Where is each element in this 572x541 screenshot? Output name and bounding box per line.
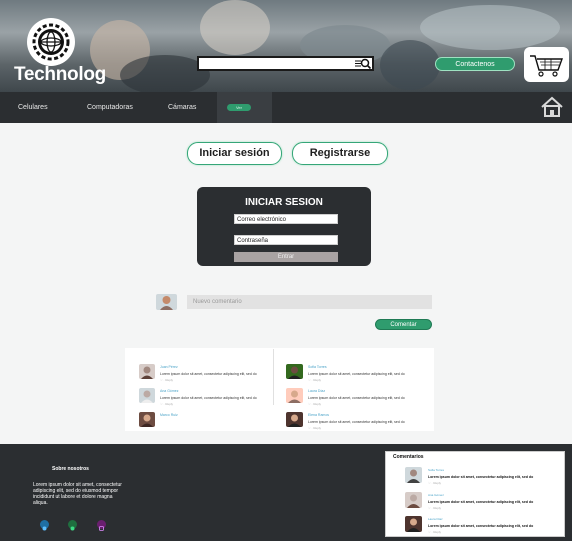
footer-comment-meta[interactable]: ♡ · Reply bbox=[428, 530, 441, 534]
gear-logo-icon[interactable] bbox=[27, 18, 75, 66]
search-icon[interactable] bbox=[354, 57, 372, 70]
comment-meta[interactable]: ♡ · Reply bbox=[160, 402, 173, 406]
home-icon[interactable] bbox=[540, 96, 564, 118]
avatar bbox=[405, 516, 422, 532]
footer-comment-text: Lorem ipsum dolor sit amet, consectetur … bbox=[428, 524, 534, 528]
comment-submit-button[interactable]: Comentar bbox=[375, 319, 432, 330]
brand-name[interactable]: Technolog bbox=[14, 64, 106, 86]
comment-text: Lorem ipsum dolor sit amet, consectetur … bbox=[308, 372, 405, 376]
contact-button[interactable]: Contactenos bbox=[435, 57, 515, 71]
cart-icon[interactable] bbox=[524, 47, 569, 82]
comment-text: Lorem ipsum dolor sit amet, consectetur … bbox=[160, 396, 257, 400]
comment-author[interactable]: Elena Ramos bbox=[308, 413, 329, 417]
footer-comment-meta[interactable]: ♡ · Reply bbox=[428, 506, 441, 510]
comment-author[interactable]: Ana Gómez bbox=[160, 389, 178, 393]
email-field[interactable]: Correo electrónico bbox=[234, 214, 338, 224]
comment-text: Lorem ipsum dolor sit amet, consectetur … bbox=[308, 396, 405, 400]
search-input[interactable] bbox=[197, 56, 374, 71]
avatar bbox=[405, 467, 422, 483]
login-submit-button[interactable]: Entrar bbox=[234, 252, 338, 262]
comment-text: Lorem ipsum dolor sit amet, consectetur … bbox=[160, 372, 257, 376]
comment-meta[interactable]: ♡ · Reply bbox=[308, 402, 321, 406]
footer-comment-author[interactable]: Sofia Torres bbox=[428, 468, 444, 472]
avatar bbox=[286, 412, 303, 427]
avatar bbox=[139, 388, 155, 403]
login-button[interactable]: Iniciar sesión bbox=[187, 142, 282, 165]
new-comment-input[interactable]: Nuevo comentario bbox=[187, 295, 432, 309]
avatar bbox=[405, 492, 422, 508]
comment-author[interactable]: Laura Díaz bbox=[308, 389, 325, 393]
footer-comment-text: Lorem ipsum dolor sit amet, consectetur … bbox=[428, 500, 534, 504]
nav-active-pill[interactable]: Ver bbox=[227, 104, 251, 111]
avatar bbox=[139, 412, 155, 427]
avatar bbox=[156, 294, 177, 310]
comment-text: Lorem ipsum dolor sit amet, consectetur … bbox=[308, 420, 405, 424]
footer-comment-meta[interactable]: ♡ · Reply bbox=[428, 481, 441, 485]
comment-meta[interactable]: ♡ · Reply bbox=[308, 378, 321, 382]
footer-about-title: Sobre nosotros bbox=[52, 466, 89, 472]
nav-item-camaras[interactable]: Cámaras bbox=[168, 92, 196, 123]
comment-author[interactable]: Marco Ruiz bbox=[160, 413, 178, 417]
comment-author[interactable]: Juan Pérez bbox=[160, 365, 178, 369]
footer-comment-text: Lorem ipsum dolor sit amet, consectetur … bbox=[428, 475, 534, 479]
twitter-icon[interactable] bbox=[40, 520, 49, 531]
avatar bbox=[286, 364, 303, 379]
footer-comment-author[interactable]: Laura Díaz bbox=[428, 517, 443, 521]
comment-author[interactable]: Sofia Torres bbox=[308, 365, 327, 369]
comment-meta[interactable]: ♡ · Reply bbox=[160, 378, 173, 382]
footer-comments-title: Comentarios bbox=[393, 454, 424, 460]
login-title: INICIAR SESION bbox=[245, 197, 323, 208]
avatar bbox=[286, 388, 303, 403]
register-button[interactable]: Registrarse bbox=[292, 142, 388, 165]
comments-divider bbox=[273, 349, 274, 405]
password-field[interactable]: Contraseña bbox=[234, 235, 338, 245]
comment-meta[interactable]: ♡ · Reply bbox=[308, 426, 321, 430]
main-nav bbox=[0, 92, 572, 123]
spotify-icon[interactable] bbox=[68, 520, 77, 531]
instagram-icon[interactable] bbox=[97, 520, 106, 531]
footer-about-text: Lorem ipsum dolor sit amet, consectetur … bbox=[33, 482, 122, 506]
avatar bbox=[139, 364, 155, 379]
footer-comment-author[interactable]: Ana Gómez bbox=[428, 493, 444, 497]
nav-item-celulares[interactable]: Celulares bbox=[18, 92, 48, 123]
nav-item-computadoras[interactable]: Computadoras bbox=[87, 92, 133, 123]
